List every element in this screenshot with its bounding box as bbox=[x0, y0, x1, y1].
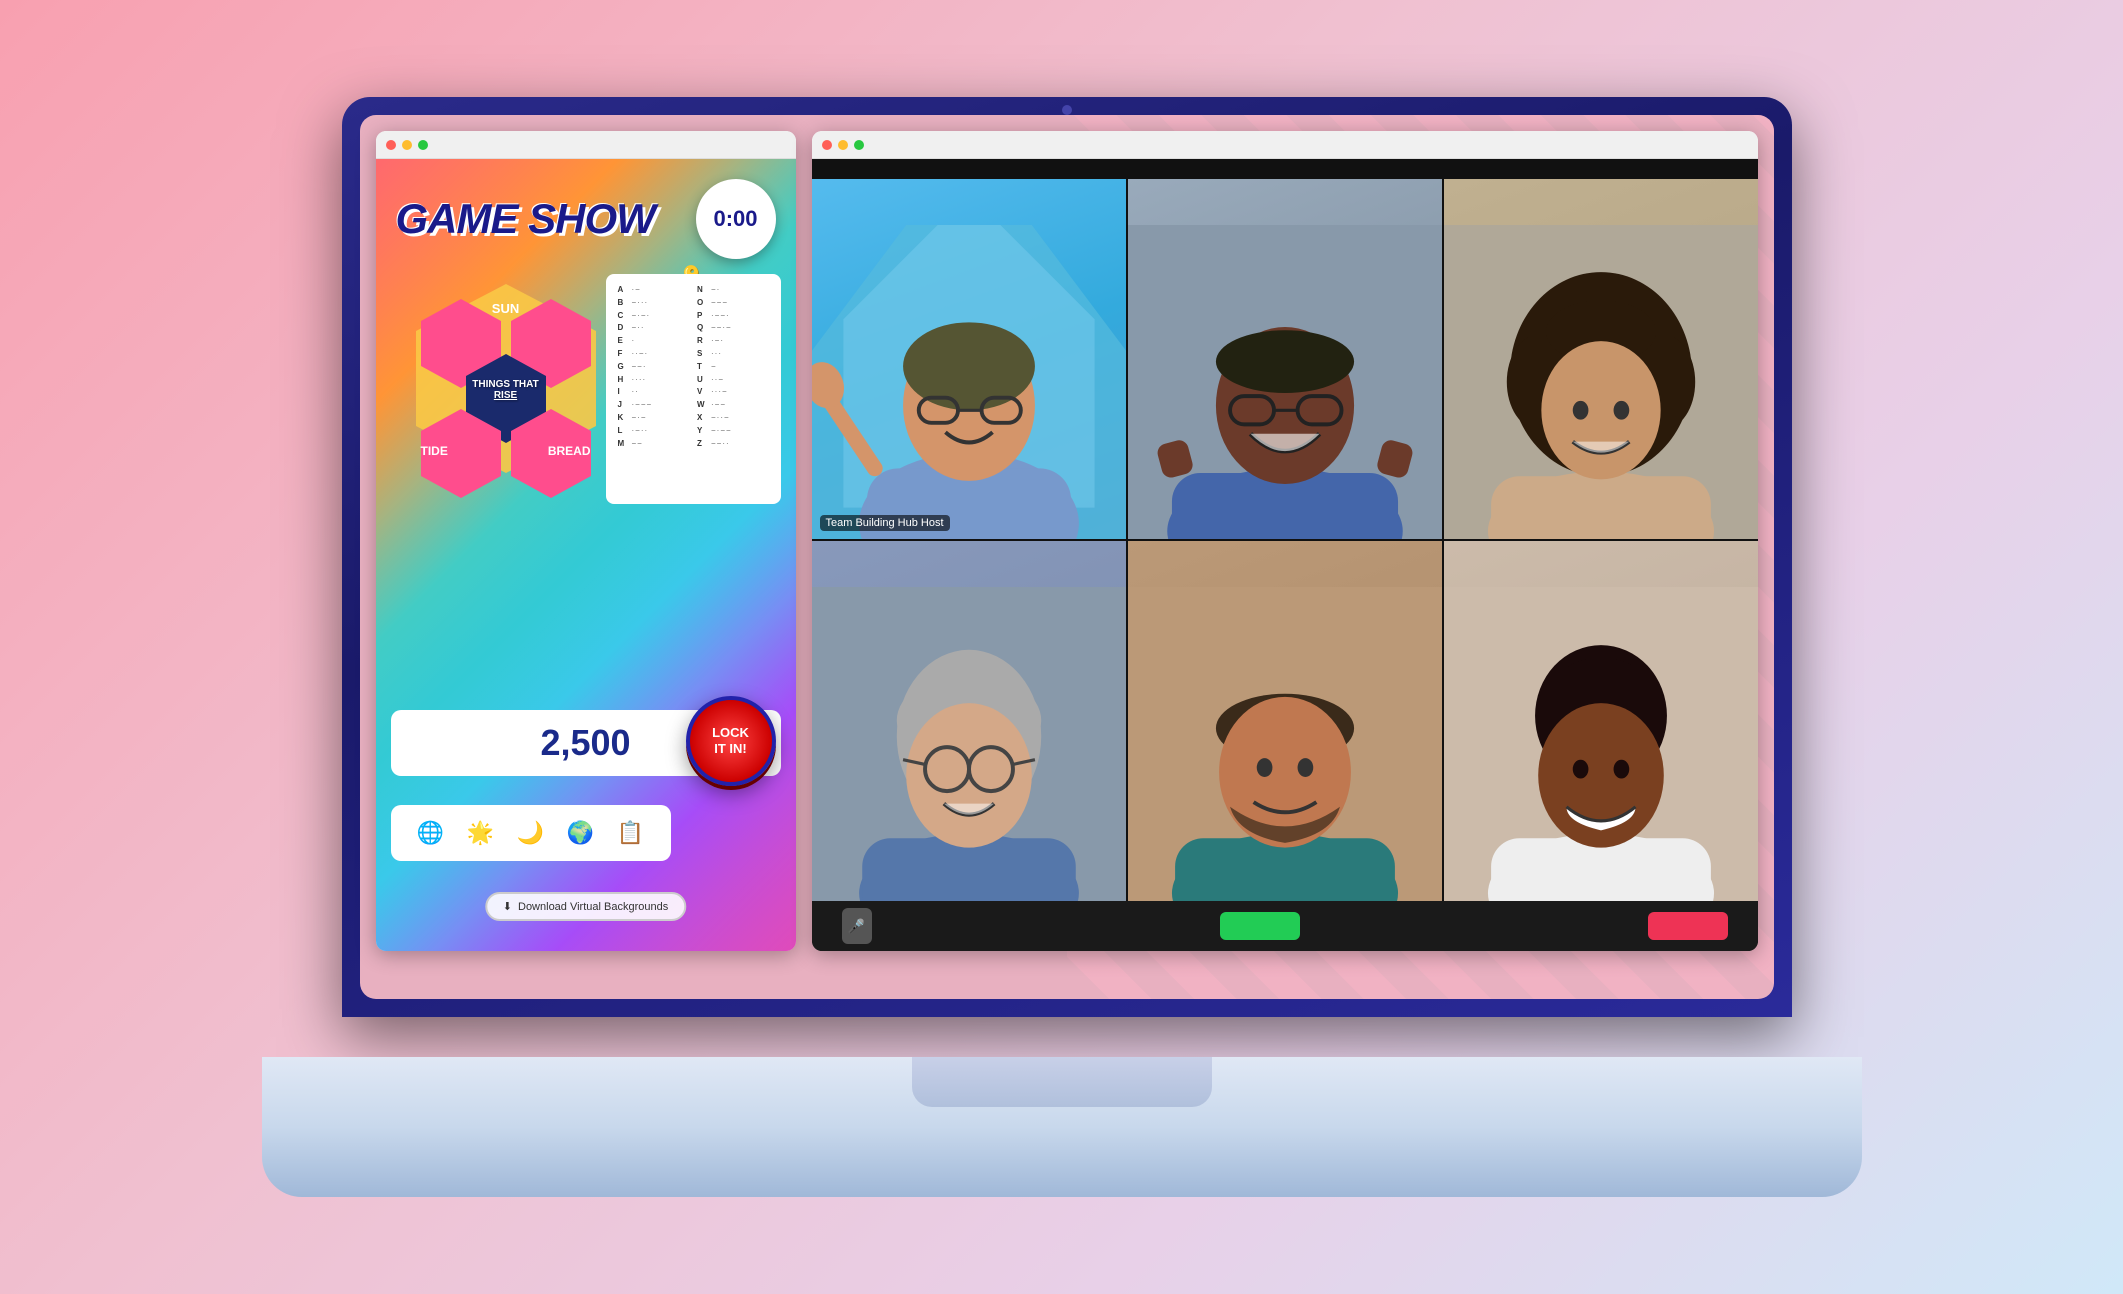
video-label-host: Team Building Hub Host bbox=[820, 515, 950, 531]
video-cell-6 bbox=[1444, 541, 1758, 901]
download-icon: ⬇ bbox=[503, 900, 512, 913]
microphone-button[interactable]: 🎤 bbox=[842, 908, 872, 944]
game-show-content: GAME SHOW 0:00 bbox=[376, 159, 796, 951]
left-titlebar bbox=[376, 131, 796, 159]
lock-it-in-button[interactable]: LOCK IT IN! bbox=[686, 696, 776, 786]
laptop-screen: GAME SHOW 0:00 bbox=[342, 97, 1792, 1017]
mic-icon: 🎤 bbox=[848, 918, 865, 935]
right-titlebar bbox=[812, 131, 1758, 159]
morse-col-left: A·− B−··· C−·−· D−·· E· F··−· G−−· H····… bbox=[618, 284, 690, 450]
icon-star[interactable]: 🌟 bbox=[461, 813, 501, 853]
right-dot-yellow[interactable] bbox=[838, 140, 848, 150]
screen-inner: GAME SHOW 0:00 bbox=[360, 115, 1774, 999]
end-call-button[interactable] bbox=[1648, 912, 1728, 940]
game-show-browser: GAME SHOW 0:00 bbox=[376, 131, 796, 951]
game-show-header: GAME SHOW 0:00 bbox=[396, 179, 776, 259]
hex-sun-label: SUN bbox=[492, 301, 519, 316]
game-icons-row: 🌐 🌟 🌙 🌍 📋 bbox=[391, 805, 671, 861]
right-dot-red[interactable] bbox=[822, 140, 832, 150]
video-call-content: Team Building Hub Host bbox=[812, 159, 1758, 951]
game-show-title: GAME SHOW bbox=[396, 196, 655, 242]
video-cell-5 bbox=[1128, 541, 1442, 901]
hex-tide-label: TIDE bbox=[421, 444, 448, 458]
hex-bread-label: BREAD bbox=[548, 444, 591, 458]
laptop-base bbox=[262, 1057, 1862, 1197]
dot-red[interactable] bbox=[386, 140, 396, 150]
icon-globe[interactable]: 🌐 bbox=[411, 813, 451, 853]
download-virtual-backgrounds-button[interactable]: ⬇ Download Virtual Backgrounds bbox=[485, 892, 686, 921]
video-on-button[interactable] bbox=[1220, 912, 1300, 940]
dot-yellow[interactable] bbox=[402, 140, 412, 150]
dot-green[interactable] bbox=[418, 140, 428, 150]
morse-col-right: N−· O−−− P·−−· Q−−·− R·−· S··· T− U··− V… bbox=[697, 284, 769, 450]
right-dot-green[interactable] bbox=[854, 140, 864, 150]
morse-panel: A·− B−··· C−·−· D−·· E· F··−· G−−· H····… bbox=[606, 274, 781, 504]
laptop: GAME SHOW 0:00 bbox=[262, 97, 1862, 1197]
download-label: Download Virtual Backgrounds bbox=[518, 901, 668, 913]
icon-world[interactable]: 🌍 bbox=[561, 813, 601, 853]
lock-button-text: LOCK IT IN! bbox=[712, 725, 749, 756]
video-controls-bar: 🎤 bbox=[812, 901, 1758, 951]
video-cell-1: Team Building Hub Host bbox=[812, 179, 1126, 539]
video-top-bar bbox=[812, 159, 1758, 179]
video-cell-2 bbox=[1128, 179, 1442, 539]
video-call-browser: Team Building Hub Host bbox=[812, 131, 1758, 951]
video-grid: Team Building Hub Host bbox=[812, 179, 1758, 901]
video-cell-4 bbox=[812, 541, 1126, 901]
video-cell-3 bbox=[1444, 179, 1758, 539]
camera-dot bbox=[1062, 105, 1072, 115]
morse-grid: A·− B−··· C−·−· D−·· E· F··−· G−−· H····… bbox=[618, 284, 769, 450]
hex-center-line1: THINGS THAT bbox=[472, 379, 538, 390]
hex-board: SUN THINGS THAT RISE TIDE BREAD bbox=[386, 279, 626, 559]
icon-moon[interactable]: 🌙 bbox=[511, 813, 551, 853]
hex-center-line2: RISE bbox=[472, 390, 538, 401]
icon-clipboard[interactable]: 📋 bbox=[611, 813, 651, 853]
timer: 0:00 bbox=[696, 179, 776, 259]
hex-center-label: THINGS THAT RISE bbox=[472, 379, 538, 401]
